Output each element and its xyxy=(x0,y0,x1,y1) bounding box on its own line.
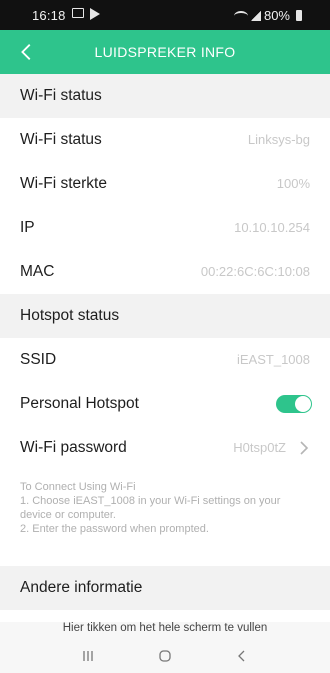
instructions-line: 1. Choose iEAST_1008 in your Wi-Fi setti… xyxy=(20,495,281,521)
row-label: IP xyxy=(20,219,35,236)
home-icon[interactable] xyxy=(155,646,175,666)
instructions-line: To Connect Using Wi-Fi xyxy=(20,481,136,493)
row-label: Wi-Fi status xyxy=(20,131,102,148)
row-label: SSID xyxy=(20,351,57,368)
section-header-wifi: Wi-Fi status xyxy=(0,74,330,118)
row-wifi-status: Wi-Fi status Linksys-bg xyxy=(0,118,330,162)
status-time: 16:18 xyxy=(32,8,66,23)
hotspot-toggle[interactable] xyxy=(276,395,312,413)
row-ssid: SSID iEAST_1008 xyxy=(0,338,330,382)
row-personal-hotspot: Personal Hotspot xyxy=(0,382,330,426)
row-label: Wi-Fi sterkte xyxy=(20,175,107,192)
row-value: 100% xyxy=(276,176,310,191)
fullscreen-hint[interactable]: Hier tikken om het hele scherm te vullen xyxy=(0,622,330,638)
wifi-icon xyxy=(233,10,248,21)
back-nav-icon[interactable] xyxy=(232,646,252,666)
row-value: 10.10.10.254 xyxy=(234,220,310,235)
play-notification-icon xyxy=(90,8,100,20)
row-ip: IP 10.10.10.254 xyxy=(0,206,330,250)
row-wifi-password[interactable]: Wi-Fi password H0tsp0tZ xyxy=(0,426,330,470)
signal-icon xyxy=(250,10,261,21)
battery-icon xyxy=(296,10,302,21)
toggle-knob xyxy=(295,396,311,412)
section-header-hotspot: Hotspot status xyxy=(0,294,330,338)
status-bar: 16:18 80% xyxy=(0,0,330,30)
wifi-instructions: To Connect Using Wi-Fi 1. Choose iEAST_1… xyxy=(0,470,330,566)
recents-icon[interactable] xyxy=(78,646,98,666)
chevron-right-icon[interactable] xyxy=(296,440,312,456)
battery-text: 80% xyxy=(263,8,290,23)
status-right: 80% xyxy=(233,8,302,23)
row-mac: MAC 00:22:6C:6C:10:08 xyxy=(0,250,330,294)
row-value: iEAST_1008 xyxy=(237,352,310,367)
row-label: MAC xyxy=(20,263,55,280)
row-value: Linksys-bg xyxy=(247,132,310,147)
section-header-other: Andere informatie xyxy=(0,566,330,610)
section-title: Andere informatie xyxy=(20,579,143,596)
page-title: LUIDSPREKER INFO xyxy=(94,44,236,60)
section-title: Hotspot status xyxy=(20,307,120,324)
app-bar: LUIDSPREKER INFO xyxy=(0,30,330,74)
row-value: H0tsp0tZ xyxy=(233,440,286,455)
instructions-line: 2. Enter the password when prompted. xyxy=(20,523,209,535)
row-wifi-strength: Wi-Fi sterkte 100% xyxy=(0,162,330,206)
system-nav-bar xyxy=(0,638,330,673)
gallery-notification-icon xyxy=(72,8,84,18)
row-label: Personal Hotspot xyxy=(20,395,139,412)
info-list: Wi-Fi status Wi-Fi status Linksys-bg Wi-… xyxy=(0,74,330,610)
section-title: Wi-Fi status xyxy=(20,87,102,104)
row-label: Wi-Fi password xyxy=(20,439,127,456)
row-value: 00:22:6C:6C:10:08 xyxy=(200,264,310,279)
